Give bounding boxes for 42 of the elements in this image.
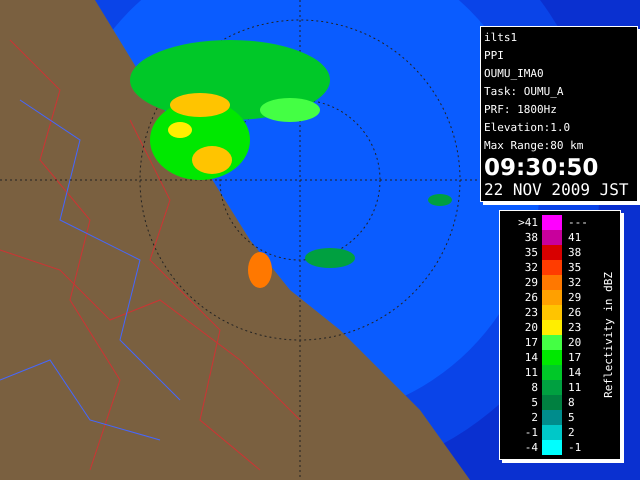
legend-label: 14 — [524, 351, 539, 364]
legend-label: -1 — [524, 426, 539, 439]
legend-label: 2 — [530, 411, 539, 424]
legend-label: 8 — [530, 381, 539, 394]
legend-label: 5 — [567, 411, 576, 424]
legend-label: 8 — [567, 396, 576, 409]
legend-label: 17 — [567, 351, 582, 364]
info-text: PPI — [484, 48, 505, 64]
legend-label: 17 — [524, 336, 539, 349]
legend-label: -4 — [524, 441, 539, 454]
legend-label: 35 — [524, 246, 539, 259]
legend-label: --- — [567, 216, 589, 229]
info-text: Max Range:80 km — [484, 138, 584, 154]
info-text: OUMU_IMA0 — [484, 66, 545, 82]
legend-label: 32 — [567, 276, 582, 289]
legend-label: 20 — [524, 321, 539, 334]
legend-label: 41 — [567, 231, 582, 244]
legend-label: 29 — [567, 291, 582, 304]
legend-label: 38 — [524, 231, 539, 244]
time-text: 09:30:50 — [484, 155, 600, 181]
legend-label: 26 — [524, 291, 539, 304]
legend-label: 11 — [567, 381, 582, 394]
legend-label: 11 — [524, 366, 539, 379]
info-text: Elevation:1.0 — [484, 120, 572, 136]
legend-label: 23 — [567, 321, 582, 334]
legend-label: 35 — [567, 261, 582, 274]
legend-label: 29 — [524, 276, 539, 289]
date-text: 22 NOV 2009 JST — [484, 181, 630, 199]
legend-label: 20 — [567, 336, 582, 349]
legend-label: >41 — [517, 216, 539, 229]
legend-label: 5 — [530, 396, 539, 409]
legend-label: 26 — [567, 306, 582, 319]
legend-label: 38 — [567, 246, 582, 259]
legend-label: 32 — [524, 261, 539, 274]
legend-label: 23 — [524, 306, 539, 319]
legend-title: Reflectivity in dBZ — [602, 272, 616, 398]
legend-label: 14 — [567, 366, 582, 379]
info-text: ilts1 — [484, 30, 518, 46]
legend-label: -1 — [567, 441, 582, 454]
info-text: Task: OUMU_A — [484, 84, 564, 100]
legend-label: 2 — [567, 426, 576, 439]
info-text: PRF: 1800Hz — [484, 102, 558, 118]
